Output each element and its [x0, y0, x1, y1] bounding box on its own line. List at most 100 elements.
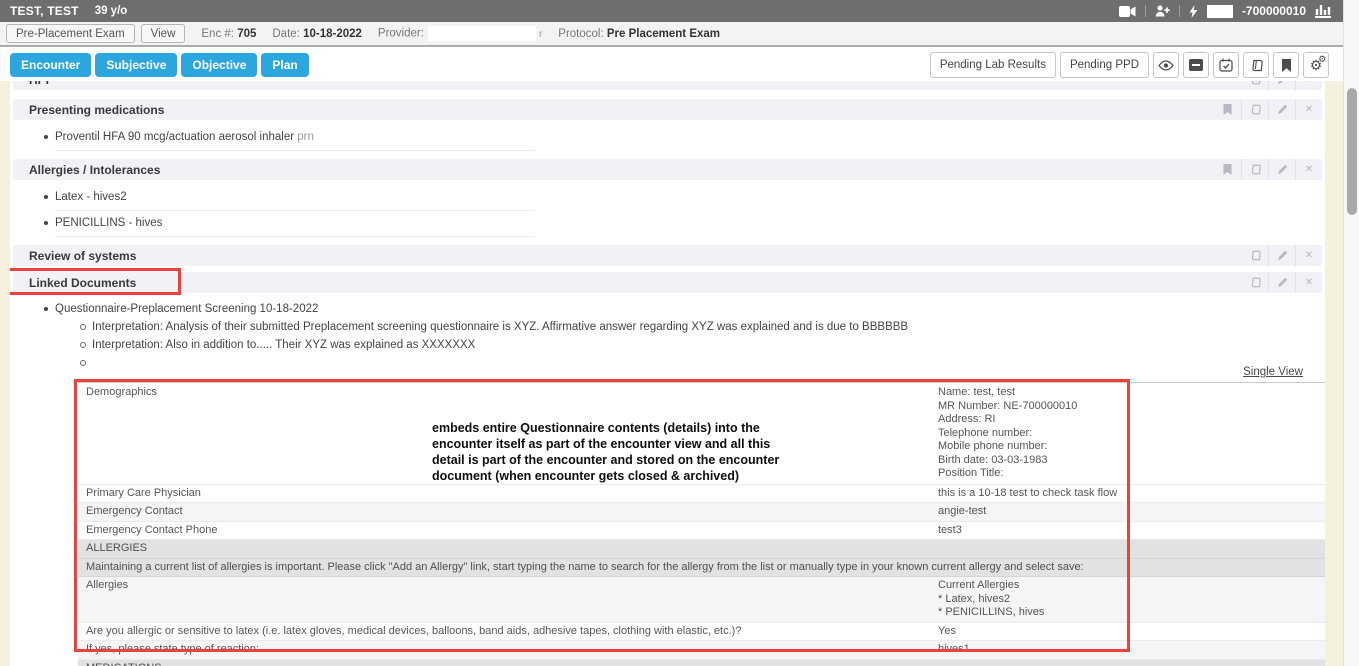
bar-chart-icon[interactable] [1315, 4, 1331, 18]
section-title: Review of systems [29, 249, 136, 263]
medication-list-item: Proventil HFA 90 mcg/actuation aerosol i… [55, 130, 535, 151]
question-label: Emergency Contact Phone [78, 522, 930, 540]
pending-lab-results-button[interactable]: Pending Lab Results [930, 52, 1056, 78]
patient-name: TEST, TEST [10, 4, 79, 18]
answer-value: Current Allergies * Latex, hives2 * PENI… [930, 577, 1325, 622]
section-actions: ✕ [1241, 81, 1322, 90]
journal-icon[interactable] [1241, 159, 1268, 180]
instruction-text: Maintaining a current list of allergies … [78, 559, 1325, 577]
table-row: Allergies Current Allergies * Latex, hiv… [78, 577, 1325, 623]
subjective-tab-button[interactable]: Subjective [95, 53, 177, 77]
enc-date: Date: 10-18-2022 [272, 28, 362, 40]
answer-value: this is a 10-18 test to check task flow [930, 485, 1325, 503]
section-header-review-of-systems[interactable]: Review of systems ✕ [13, 245, 1322, 266]
pencil-icon[interactable] [1268, 99, 1295, 120]
bookmark-icon[interactable] [1214, 99, 1241, 120]
table-row: Emergency Contact Phone test3 [78, 522, 1325, 541]
pencil-icon[interactable] [1268, 272, 1295, 293]
questionnaire-table: Demographics Name: test, test MR Number:… [78, 382, 1325, 666]
answer-value: test3 [930, 522, 1325, 540]
section-title: HPI [29, 81, 49, 87]
interpretation-line: Interpretation: Analysis of their submit… [92, 320, 1325, 334]
video-camera-icon[interactable] [1119, 6, 1136, 17]
question-label: Primary Care Physician [78, 485, 930, 503]
provider-redaction-patch [428, 26, 536, 41]
close-icon[interactable]: ✕ [1295, 272, 1322, 293]
answer-value: hives1 [930, 641, 1325, 659]
lightning-icon[interactable] [1189, 5, 1198, 18]
section-header-label: MEDICATIONS [78, 660, 1325, 666]
add-person-icon[interactable] [1155, 5, 1170, 17]
section-header-linked-documents[interactable]: Linked Documents ✕ [13, 272, 1322, 293]
vertical-scrollbar[interactable] [1343, 0, 1359, 666]
table-instruction-row: Maintaining a current list of allergies … [78, 559, 1325, 578]
single-view-link[interactable]: Single View [1243, 366, 1303, 378]
answer-value: Name: test, test MR Number: NE-700000010… [930, 383, 1325, 484]
settings-gears-icon[interactable]: ⚙⚙ [1303, 52, 1329, 78]
section-actions: ✕ [1214, 99, 1322, 120]
section-header-allergies[interactable]: Allergies / Intolerances ✕ [13, 159, 1322, 180]
pending-ppd-button[interactable]: Pending PPD [1060, 52, 1149, 78]
view-button[interactable]: View [141, 24, 186, 43]
annotation-note: embeds entire Questionnaire contents (de… [432, 420, 852, 484]
pencil-icon[interactable] [1268, 245, 1295, 266]
close-icon[interactable]: ✕ [1295, 81, 1322, 90]
enc-number: Enc #: 705 [201, 28, 256, 40]
section-actions: ✕ [1214, 159, 1322, 180]
table-row: If yes, please state type of reaction: h… [78, 641, 1325, 660]
plan-tab-button[interactable]: Plan [261, 53, 308, 77]
journal-icon[interactable] [1241, 245, 1268, 266]
answer-value: Yes [930, 623, 1325, 641]
encounter-sections: HPI ✕ Presenting medications ✕ Proventil… [10, 81, 1325, 666]
encounter-tab-button[interactable]: Encounter [10, 53, 91, 77]
table-row: Emergency Contact angie-test [78, 503, 1325, 522]
allergy-list-item: PENICILLINS - hives [55, 216, 535, 237]
eye-icon[interactable] [1153, 52, 1179, 78]
calendar-check-icon[interactable] [1213, 52, 1239, 78]
redaction-patch [1207, 5, 1233, 18]
encounter-toolbar: Encounter Subjective Objective Plan Pend… [0, 49, 1343, 81]
section-header-presenting-medications[interactable]: Presenting medications ✕ [13, 99, 1322, 120]
interpretation-line: Interpretation: Also in addition to.....… [92, 338, 1325, 352]
section-header-hpi[interactable]: HPI ✕ [13, 81, 1322, 90]
journal-icon[interactable] [1243, 52, 1269, 78]
divider [1179, 5, 1180, 17]
bookmark-icon[interactable] [1273, 52, 1299, 78]
patient-age: 39 y/o [95, 5, 128, 17]
section-title: Allergies / Intolerances [29, 163, 160, 177]
section-actions: ✕ [1241, 245, 1322, 266]
section-title: Linked Documents [29, 276, 136, 290]
allergy-list-item: Latex - hives2 [55, 190, 535, 211]
encounter-bar: Pre-Placement Exam View Enc #: 705 Date:… [0, 22, 1343, 47]
section-actions: ✕ [1241, 272, 1322, 293]
table-section-header: MEDICATIONS [78, 660, 1325, 666]
objective-tab-button[interactable]: Objective [181, 53, 257, 77]
enc-provider: Provider:r [378, 26, 542, 41]
close-icon[interactable]: ✕ [1295, 99, 1322, 120]
question-label: Allergies [78, 577, 930, 622]
questionnaire-table-wrap: Demographics Name: test, test MR Number:… [78, 382, 1325, 666]
scrollbar-thumb[interactable] [1347, 88, 1357, 215]
close-icon[interactable]: ✕ [1295, 245, 1322, 266]
linked-document-title: Questionnaire-Preplacement Screening 10-… [55, 302, 1325, 316]
close-icon[interactable]: ✕ [1295, 159, 1322, 180]
pencil-icon[interactable] [1268, 81, 1295, 90]
titlebar-actions: -700000010 [1119, 4, 1331, 18]
journal-icon[interactable] [1241, 81, 1268, 90]
answer-value: angie-test [930, 503, 1325, 521]
table-row: Demographics Name: test, test MR Number:… [78, 383, 1325, 485]
pencil-icon[interactable] [1268, 159, 1295, 180]
patient-id: -700000010 [1242, 4, 1306, 18]
interpretation-line-empty [92, 356, 1325, 366]
section-header-label: ALLERGIES [78, 540, 1325, 558]
table-section-header: ALLERGIES [78, 540, 1325, 559]
journal-icon[interactable] [1241, 272, 1268, 293]
journal-icon[interactable] [1241, 99, 1268, 120]
question-label: Emergency Contact [78, 503, 930, 521]
toolbar-right-actions: Pending Lab Results Pending PPD ⚙⚙ [930, 52, 1329, 78]
bookmark-icon[interactable] [1214, 159, 1241, 180]
single-view-link-row: Single View [10, 366, 1303, 380]
exam-type-button[interactable]: Pre-Placement Exam [6, 24, 135, 43]
archive-box-icon[interactable] [1183, 52, 1209, 78]
question-label: If yes, please state type of reaction: [78, 641, 930, 659]
